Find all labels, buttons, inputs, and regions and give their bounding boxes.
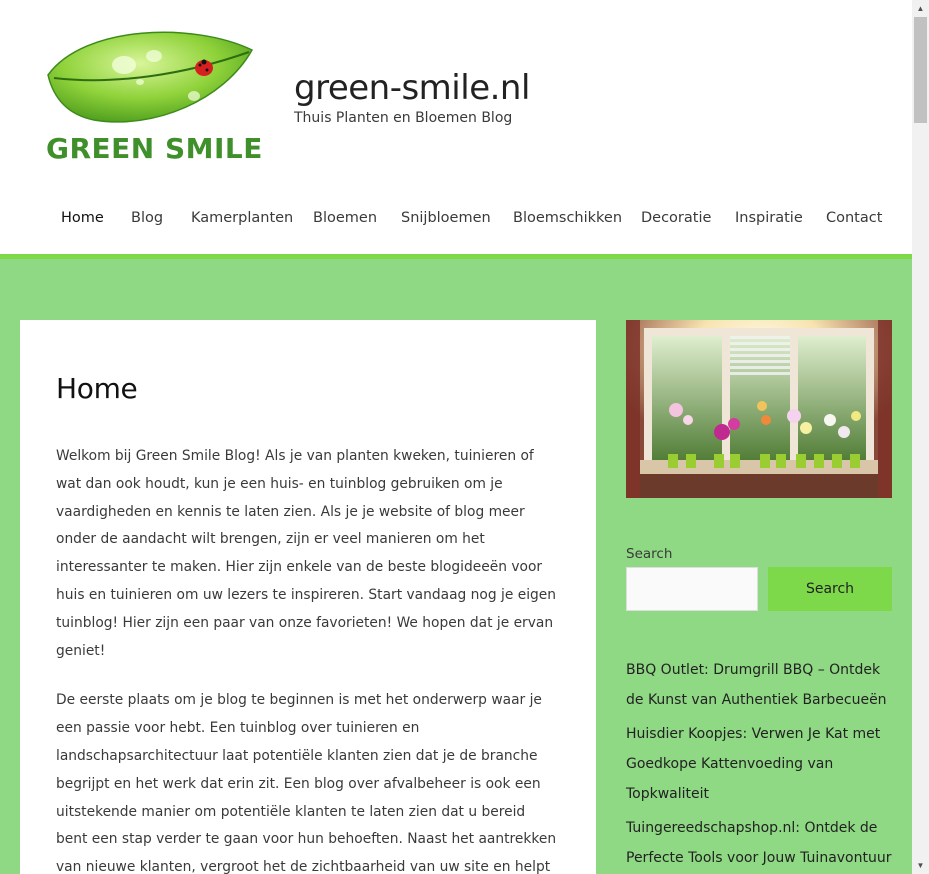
vertical-scrollbar[interactable]: ▲ ▼ bbox=[912, 0, 929, 874]
nav-item-contact[interactable]: Contact bbox=[826, 210, 882, 226]
search-button[interactable]: Search bbox=[768, 567, 892, 611]
nav-item-kamerplanten[interactable]: Kamerplanten bbox=[191, 210, 293, 226]
window-orchids-image bbox=[626, 320, 892, 498]
logo-text: GREEN SMILE bbox=[46, 132, 263, 165]
main-content: Home Welkom bij Green Smile Blog! Als je… bbox=[20, 320, 596, 874]
search-input[interactable] bbox=[626, 567, 758, 611]
nav-item-snijbloemen[interactable]: Snijbloemen bbox=[401, 210, 491, 226]
nav-item-inspiratie[interactable]: Inspiratie bbox=[735, 210, 803, 226]
recent-post-link[interactable]: BBQ Outlet: Drumgrill BBQ – Ontdek de Ku… bbox=[626, 655, 892, 715]
nav-item-blog[interactable]: Blog bbox=[131, 210, 163, 226]
scroll-down-arrow-icon[interactable]: ▼ bbox=[912, 857, 929, 874]
recent-posts: BBQ Outlet: Drumgrill BBQ – Ontdek de Ku… bbox=[626, 655, 892, 873]
scrollbar-thumb[interactable] bbox=[914, 17, 927, 123]
nav-item-home[interactable]: Home bbox=[61, 210, 104, 226]
search-label: Search bbox=[626, 546, 673, 562]
nav-item-bloemen[interactable]: Bloemen bbox=[313, 210, 377, 226]
intro-paragraph: Welkom bij Green Smile Blog! Als je van … bbox=[56, 448, 557, 659]
recent-post-link[interactable]: Huisdier Koopjes: Verwen Je Kat met Goed… bbox=[626, 719, 892, 809]
site-description: Thuis Planten en Bloemen Blog bbox=[294, 110, 513, 126]
site-header: GREEN SMILE green-smile.nl Thuis Planten… bbox=[0, 0, 912, 254]
second-paragraph: De eerste plaats om je blog te beginnen … bbox=[56, 692, 557, 874]
recent-post-link[interactable]: Tuingereedschapshop.nl: Ontdek de Perfec… bbox=[626, 813, 892, 873]
site-title[interactable]: green-smile.nl bbox=[294, 68, 530, 108]
main-navigation: Home Blog Kamerplanten Bloemen Snijbloem… bbox=[0, 210, 912, 240]
search-form: Search bbox=[626, 567, 892, 611]
nav-item-bloemschikken[interactable]: Bloemschikken bbox=[513, 210, 622, 226]
page-title: Home bbox=[56, 372, 138, 405]
nav-item-decoratie[interactable]: Decoratie bbox=[641, 210, 711, 226]
page: GREEN SMILE green-smile.nl Thuis Planten… bbox=[0, 0, 912, 874]
scroll-up-arrow-icon[interactable]: ▲ bbox=[912, 0, 929, 17]
sidebar: Search Search BBQ Outlet: Drumgrill BBQ … bbox=[626, 320, 892, 874]
